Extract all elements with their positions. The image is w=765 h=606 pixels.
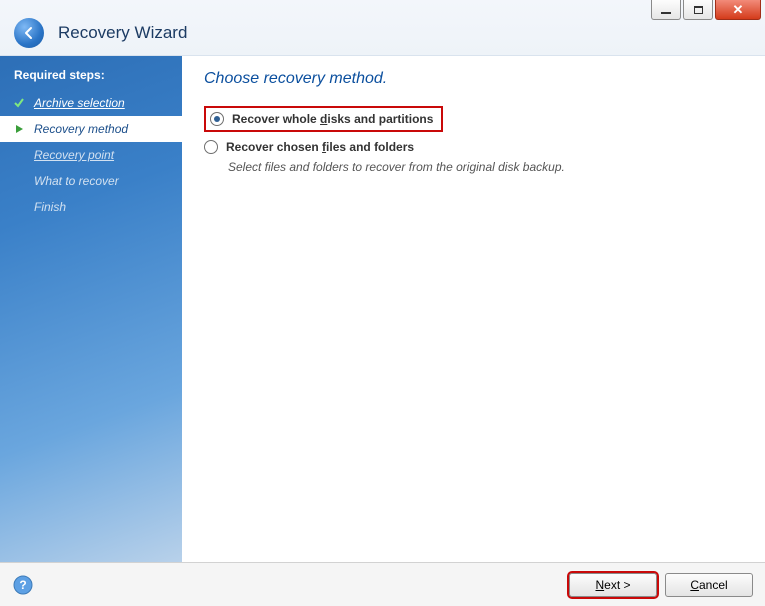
window-controls: ✕ (651, 0, 761, 20)
option-recover-files-folders[interactable]: Recover chosen files and folders (204, 140, 743, 154)
maximize-button[interactable] (683, 0, 713, 20)
back-button[interactable] (14, 18, 44, 48)
check-icon (12, 96, 26, 110)
option-label: Recover chosen files and folders (226, 140, 414, 154)
step-icon-placeholder (12, 174, 26, 188)
footer: ? Next > Cancel (0, 562, 765, 606)
option-label: Recover whole disks and partitions (232, 112, 433, 126)
sidebar-step-recovery-point[interactable]: Recovery point (0, 142, 182, 168)
sidebar-step-label: Recovery point (34, 148, 114, 162)
body: Required steps: Archive selection Recove… (0, 56, 765, 562)
sidebar-step-label: Archive selection (34, 96, 125, 110)
content-heading: Choose recovery method. (204, 70, 743, 88)
sidebar: Required steps: Archive selection Recove… (0, 56, 182, 562)
content: Choose recovery method. Recover whole di… (182, 56, 765, 562)
arrow-right-icon (12, 122, 26, 136)
step-icon-placeholder (12, 148, 26, 162)
radio-selected-icon (210, 112, 224, 126)
sidebar-step-recovery-method[interactable]: Recovery method (0, 116, 182, 142)
cancel-button[interactable]: Cancel (665, 573, 753, 597)
svg-text:?: ? (19, 578, 26, 592)
minimize-button[interactable] (651, 0, 681, 20)
sidebar-step-label: Recovery method (34, 122, 128, 136)
sidebar-step-archive-selection[interactable]: Archive selection (0, 90, 182, 116)
sidebar-step-what-to-recover[interactable]: What to recover (0, 168, 182, 194)
step-icon-placeholder (12, 200, 26, 214)
help-icon[interactable]: ? (12, 574, 34, 596)
footer-buttons: Next > Cancel (569, 573, 753, 597)
sidebar-step-label: Finish (34, 200, 66, 214)
back-arrow-icon (21, 25, 37, 41)
next-button[interactable]: Next > (569, 573, 657, 597)
option-description: Select files and folders to recover from… (228, 160, 743, 174)
close-button[interactable]: ✕ (715, 0, 761, 20)
window-title: Recovery Wizard (58, 23, 187, 43)
sidebar-step-finish[interactable]: Finish (0, 194, 182, 220)
option-recover-disks-partitions[interactable]: Recover whole disks and partitions (204, 106, 443, 132)
sidebar-step-label: What to recover (34, 174, 119, 188)
radio-unselected-icon (204, 140, 218, 154)
sidebar-heading: Required steps: (0, 62, 182, 90)
